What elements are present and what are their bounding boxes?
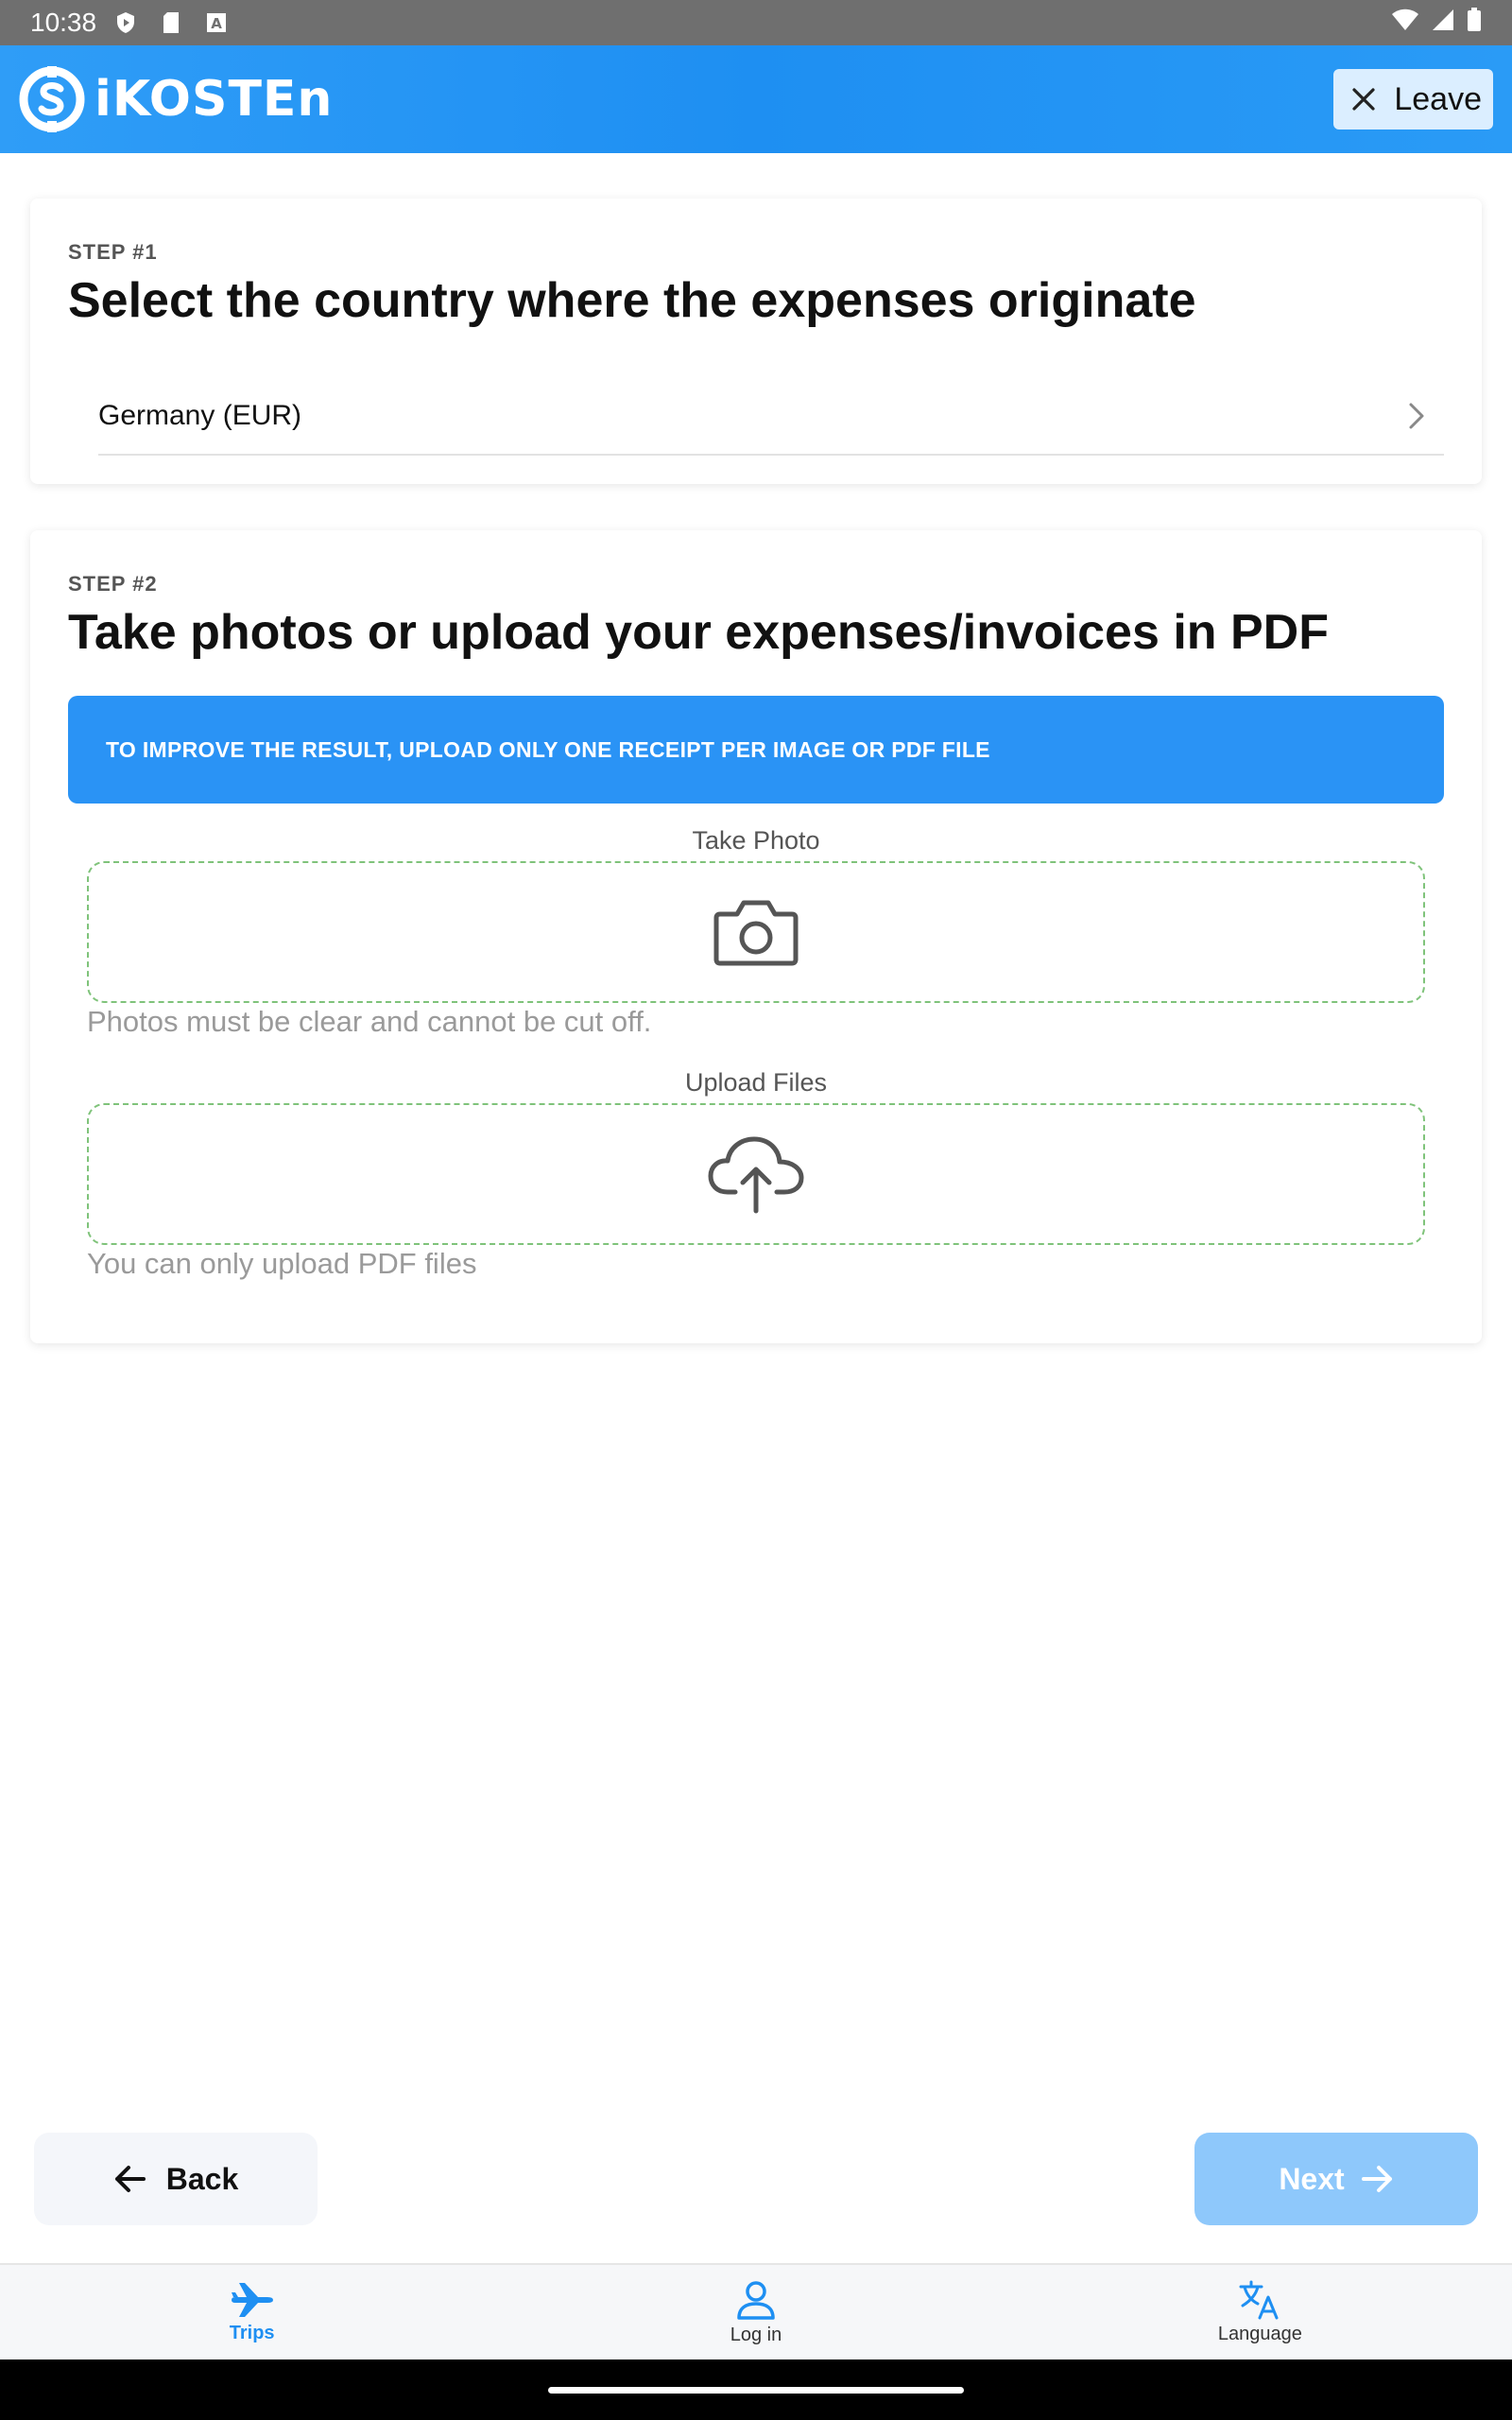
nav-item-language[interactable]: Language xyxy=(1008,2265,1512,2360)
take-photo-label: Take Photo xyxy=(692,826,820,855)
upload-files-hint: You can only upload PDF files xyxy=(87,1247,477,1280)
take-photo-dropzone[interactable] xyxy=(87,861,1425,1003)
nav-label-login: Log in xyxy=(730,2324,782,2345)
translate-icon xyxy=(1239,2280,1279,2319)
nav-label-trips: Trips xyxy=(229,2322,275,2343)
status-bar: 10:38 A xyxy=(0,0,1512,45)
nav-label-language: Language xyxy=(1217,2323,1302,2344)
wifi-icon xyxy=(1391,8,1419,39)
camera-icon xyxy=(713,900,799,966)
app-header: iKOSTEn Leave xyxy=(0,45,1512,153)
battery-icon xyxy=(1467,7,1482,39)
status-time: 10:38 xyxy=(30,8,97,37)
upload-files-dropzone[interactable] xyxy=(87,1103,1425,1245)
shield-icon xyxy=(113,10,138,35)
sd-card-icon xyxy=(159,10,183,35)
step2-title: Take photos or upload your expenses/invo… xyxy=(68,605,1329,660)
step1-label: STEP #1 xyxy=(68,240,158,264)
dollar-coin-icon xyxy=(19,66,85,132)
next-button[interactable]: Next xyxy=(1194,2133,1478,2225)
close-icon xyxy=(1352,88,1375,111)
airplane-icon xyxy=(231,2282,273,2317)
home-indicator[interactable] xyxy=(548,2387,964,2394)
back-label: Back xyxy=(165,2161,239,2196)
nav-item-login[interactable]: Log in xyxy=(504,2265,1007,2360)
back-button[interactable]: Back xyxy=(34,2133,318,2225)
country-value: Germany (EUR) xyxy=(98,400,302,431)
info-banner: TO IMPROVE THE RESULT, UPLOAD ONLY ONE R… xyxy=(68,696,1444,804)
a-font-icon: A xyxy=(204,10,229,35)
step2-card: STEP #2 Take photos or upload your expen… xyxy=(30,530,1482,1343)
next-label: Next xyxy=(1279,2161,1345,2196)
bottom-nav: Trips Log in Language xyxy=(0,2263,1512,2360)
arrow-left-icon xyxy=(114,2166,146,2192)
svg-text:A: A xyxy=(211,15,222,32)
logo-text: iKOSTEn xyxy=(94,71,334,128)
arrow-right-icon xyxy=(1361,2166,1392,2192)
system-gesture-bar xyxy=(0,2360,1512,2420)
nav-item-trips[interactable]: Trips xyxy=(0,2265,504,2360)
step2-label: STEP #2 xyxy=(68,572,158,596)
leave-label: Leave xyxy=(1394,80,1482,117)
signal-icon xyxy=(1431,8,1455,39)
country-selector[interactable]: Germany (EUR) xyxy=(98,378,1444,456)
ikosten-logo: iKOSTEn xyxy=(19,66,333,132)
step1-title: Select the country where the expenses or… xyxy=(68,273,1196,328)
leave-button[interactable]: Leave xyxy=(1333,69,1493,130)
cloud-upload-icon xyxy=(708,1136,804,1214)
step1-card: STEP #1 Select the country where the exp… xyxy=(30,199,1482,484)
chevron-right-icon xyxy=(1409,403,1424,429)
person-icon xyxy=(737,2280,775,2320)
take-photo-hint: Photos must be clear and cannot be cut o… xyxy=(87,1005,652,1038)
upload-files-label: Upload Files xyxy=(684,1068,828,1097)
